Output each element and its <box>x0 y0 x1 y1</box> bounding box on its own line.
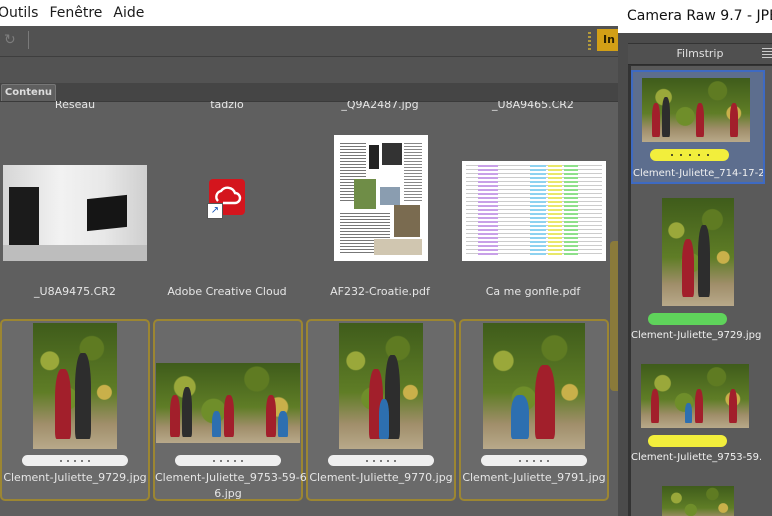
file-item-clement-juliette-9770[interactable]: Clement-Juliette_9770.jpg <box>306 319 456 501</box>
item-label: Clement-Juliette_9753-59-6 <box>155 471 307 484</box>
file-item-af232-croatie[interactable]: AF232-Croatie.pdf <box>305 131 455 311</box>
item-label: Adobe Creative Cloud <box>167 285 287 298</box>
file-item-q9a2487[interactable]: _Q9A2487.jpg <box>305 101 455 115</box>
photo-thumbnail <box>33 323 117 449</box>
gallery-photo-thumbnail <box>3 165 147 261</box>
camera-raw-window: Camera Raw 9.7 - JPEG Filmstrip Clement-… <box>618 0 772 516</box>
tab-content[interactable]: Contenu <box>1 84 56 101</box>
item-label: _U8A9465.CR2 <box>492 101 574 111</box>
app-item-creative-cloud[interactable]: ↗ Adobe Creative Cloud <box>152 131 302 311</box>
filmstrip-item[interactable]: Clement-Juliette_714-17-2... <box>631 70 765 184</box>
file-item-clement-juliette-9791[interactable]: Clement-Juliette_9791.jpg <box>459 319 609 501</box>
filmstrip-menu-icon[interactable] <box>762 48 772 58</box>
folder-item-tadzio[interactable]: tadzio <box>152 101 302 115</box>
photo-thumbnail <box>339 323 423 449</box>
rotate-clockwise-icon[interactable]: ↻ <box>4 32 20 48</box>
item-label: AF232-Croatie.pdf <box>330 285 430 298</box>
item-label: _U8A9475.CR2 <box>34 285 116 298</box>
menu-bar: Outils Fenêtre Aide <box>0 0 618 26</box>
item-label: tadzio <box>210 101 244 111</box>
filmstrip-item-label: Clement-Juliette_714-17-2... <box>633 168 763 179</box>
toolbar-separator <box>28 31 29 49</box>
filmstrip-header: Filmstrip <box>628 44 772 65</box>
item-label: Clement-Juliette_9791.jpg <box>462 471 606 484</box>
pdf-thumbnail <box>334 135 428 261</box>
item-label-continued: 6.jpg <box>214 487 242 500</box>
item-label: Clement-Juliette_9770.jpg <box>309 471 453 484</box>
item-label: Clement-Juliette_9729.jpg <box>3 471 147 484</box>
folder-item-reseau[interactable]: Réseau <box>0 101 150 115</box>
path-bar <box>0 57 618 83</box>
file-item-u8a9465[interactable]: _U8A9465.CR2 <box>458 101 608 115</box>
filmstrip-item-label: Clement-Juliette_9729.jpg <box>631 330 761 341</box>
panel-resize-handle[interactable] <box>610 241 618 391</box>
rating-stars[interactable] <box>648 435 727 447</box>
menu-outils[interactable]: Outils <box>0 5 49 21</box>
file-item-ca-me-gonfle[interactable]: Ca me gonfle.pdf <box>458 131 608 311</box>
filmstrip-item[interactable]: Clement-Juliette_9753-59... <box>631 358 765 468</box>
photo-thumbnail <box>662 486 734 516</box>
workspace-button[interactable]: In <box>597 29 618 51</box>
photo-thumbnail <box>156 363 300 443</box>
shortcut-arrow-icon: ↗ <box>207 203 223 219</box>
filmstrip-item-label: Clement-Juliette_9753-59... <box>631 452 761 463</box>
rating-stars[interactable] <box>648 313 727 325</box>
camera-raw-title: Camera Raw 9.7 - JPEG <box>618 0 772 33</box>
toolbar-grip-icon[interactable] <box>588 32 591 50</box>
rating-stars[interactable] <box>22 455 128 466</box>
photo-thumbnail <box>662 198 734 306</box>
menu-aide[interactable]: Aide <box>113 5 155 21</box>
file-item-clement-juliette-9729[interactable]: Clement-Juliette_9729.jpg <box>0 319 150 501</box>
filmstrip-item[interactable] <box>631 484 765 516</box>
file-item-clement-juliette-9753[interactable]: Clement-Juliette_9753-59-6 6.jpg <box>153 319 307 501</box>
item-label: _Q9A2487.jpg <box>341 101 419 111</box>
filmstrip-item[interactable]: Clement-Juliette_9729.jpg <box>631 192 765 347</box>
file-item-u8a9475[interactable]: _U8A9475.CR2 <box>0 131 150 311</box>
rating-stars[interactable] <box>481 455 587 466</box>
rating-stars[interactable] <box>328 455 434 466</box>
photo-thumbnail <box>483 323 585 449</box>
item-label: Réseau <box>54 101 96 111</box>
photo-thumbnail <box>641 364 749 428</box>
content-panel: Réseau tadzio _Q9A2487.jpg _U8A9465.CR2 … <box>0 101 618 516</box>
filmstrip-list: Clement-Juliette_714-17-2... Clement-Jul… <box>631 66 772 516</box>
bridge-window: Outils Fenêtre Aide ↻ In Contenu Réseau … <box>0 0 618 516</box>
pdf-thumbnail <box>462 161 606 261</box>
rating-stars[interactable] <box>650 149 729 161</box>
toolbar: ↻ In <box>0 26 618 57</box>
menu-fenetre[interactable]: Fenêtre <box>49 5 113 21</box>
item-label: Ca me gonfle.pdf <box>485 285 581 298</box>
panel-tab-bar: Contenu <box>0 83 618 102</box>
rating-stars[interactable] <box>175 455 281 466</box>
photo-thumbnail <box>642 78 750 142</box>
